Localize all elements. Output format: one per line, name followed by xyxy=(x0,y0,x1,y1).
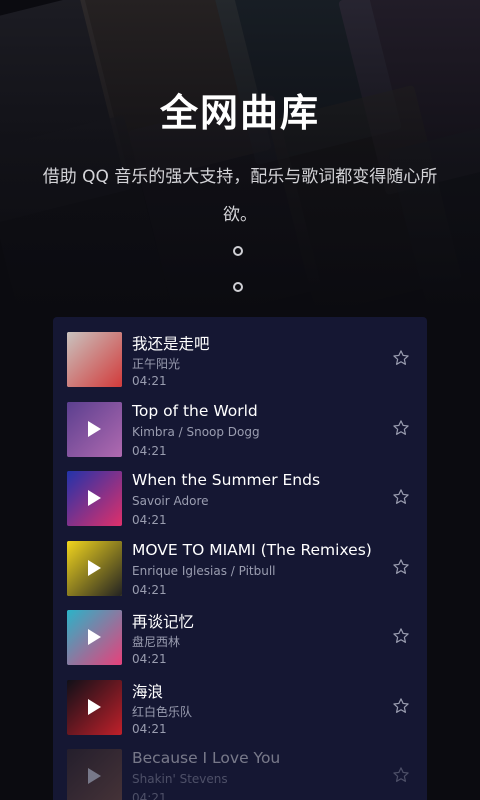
song-artist: 正午阳光 xyxy=(132,357,181,371)
song-artist: Kimbra / Snoop Dogg xyxy=(132,424,260,439)
star-outline-icon[interactable] xyxy=(392,488,410,506)
album-cover[interactable] xyxy=(67,749,122,800)
album-cover[interactable] xyxy=(67,401,122,457)
song-list-item[interactable]: MOVE TO MIAMI (The Remixes) Enrique Igles… xyxy=(53,540,427,611)
star-outline-icon[interactable] xyxy=(392,697,410,715)
page-title: 全网曲库 xyxy=(159,91,320,135)
song-list-item[interactable]: Because I Love You Shakin' Stevens 04:21 xyxy=(53,749,427,800)
star-outline-icon[interactable] xyxy=(392,627,410,645)
star-outline-icon[interactable] xyxy=(392,558,410,576)
play-icon[interactable] xyxy=(88,420,101,437)
song-title: Top of the World xyxy=(132,401,258,420)
song-duration: 04:21 xyxy=(132,443,167,458)
star-outline-icon[interactable] xyxy=(392,419,410,437)
song-artist: Enrique Iglesias / Pitbull xyxy=(132,563,276,578)
album-cover[interactable] xyxy=(67,540,122,596)
play-icon[interactable] xyxy=(88,559,101,576)
song-list-card: 我还是走吧正午阳光 04:21 Top of the World Kimbra / S… xyxy=(53,317,427,800)
page-indicator-dot xyxy=(233,282,243,292)
song-list-item[interactable]: 我还是走吧正午阳光 04:21 xyxy=(53,332,427,402)
song-title: 海浪 xyxy=(132,682,164,701)
song-title: When the Summer Ends xyxy=(132,471,321,489)
song-title: MOVE TO MIAMI (The Remixes) xyxy=(132,540,372,559)
song-title: 我还是走吧 xyxy=(132,335,210,353)
album-cover[interactable] xyxy=(67,610,122,665)
page-indicator-dot xyxy=(233,246,243,256)
song-list-item[interactable]: 海浪红白色乐队 04:21 xyxy=(53,679,427,750)
song-duration: 04:21 xyxy=(132,374,167,388)
play-icon[interactable] xyxy=(88,698,101,715)
play-icon[interactable] xyxy=(88,490,101,506)
page-description: 借助 QQ 音乐的强大支持，配乐与歌词都变得随心所欲。 xyxy=(42,167,438,225)
song-title: Because I Love You xyxy=(132,749,281,767)
album-cover[interactable] xyxy=(67,332,122,387)
song-duration: 04:21 xyxy=(132,513,167,527)
song-duration: 04:21 xyxy=(132,582,167,597)
album-cover[interactable] xyxy=(67,471,122,526)
song-list-item[interactable]: When the Summer Ends Savoir Adore 04:21 xyxy=(53,471,427,541)
album-cover[interactable] xyxy=(67,679,122,735)
play-icon[interactable] xyxy=(88,629,101,645)
star-outline-icon[interactable] xyxy=(392,766,410,784)
song-artist: Savoir Adore xyxy=(132,494,209,508)
song-list-item[interactable]: 再谈记忆盘尼西林 04:21 xyxy=(53,610,427,680)
album-cover-art xyxy=(67,332,122,387)
song-artist: Shakin' Stevens xyxy=(132,772,228,786)
song-title: 再谈记忆 xyxy=(132,613,195,631)
star-outline-icon[interactable] xyxy=(392,349,410,367)
song-artist: 盘尼西林 xyxy=(132,635,181,649)
play-icon[interactable] xyxy=(88,768,101,784)
song-duration: 04:21 xyxy=(132,791,167,800)
song-duration: 04:21 xyxy=(132,721,167,736)
song-list-item[interactable]: Top of the World Kimbra / Snoop Dogg 04:21 xyxy=(53,401,427,472)
song-duration: 04:21 xyxy=(132,652,167,666)
song-artist: 红白色乐队 xyxy=(132,704,193,719)
